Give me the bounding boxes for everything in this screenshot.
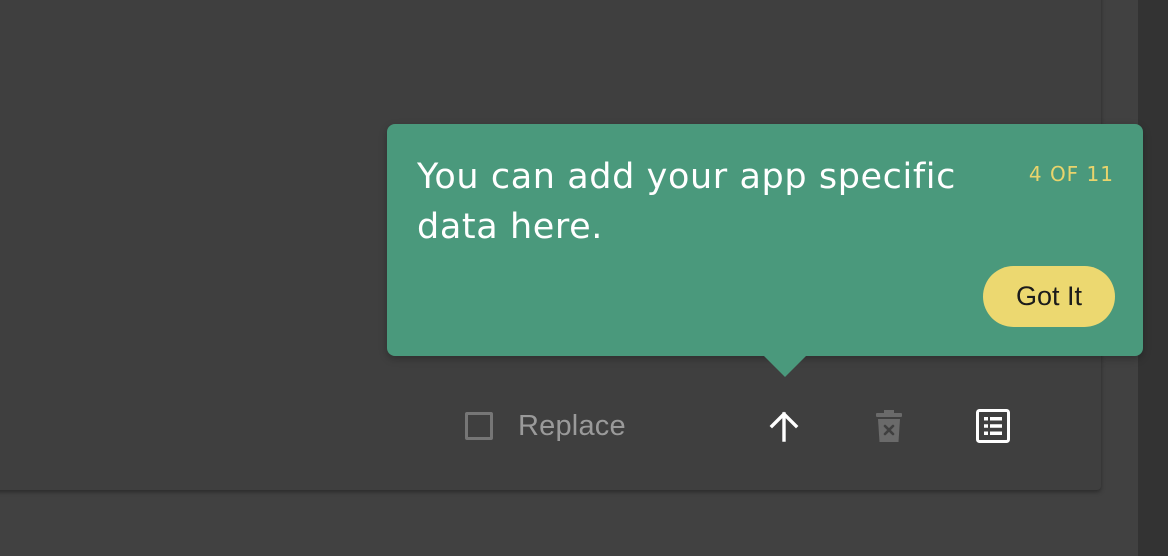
tooltip-message: You can add your app specific data here. bbox=[417, 157, 956, 247]
delete-button[interactable] bbox=[871, 408, 907, 444]
trash-icon bbox=[876, 409, 902, 443]
tooltip-arrow bbox=[763, 355, 807, 377]
replace-toggle[interactable]: Replace bbox=[462, 404, 626, 448]
replace-label: Replace bbox=[518, 409, 626, 442]
panel-toolbar: Replace bbox=[462, 404, 1022, 448]
tour-tooltip: You can add your app specific data here.… bbox=[387, 124, 1143, 377]
step-counter: 4 OF 11 bbox=[1028, 162, 1114, 186]
upload-button[interactable] bbox=[766, 408, 802, 444]
got-it-button[interactable]: Got It bbox=[983, 266, 1115, 327]
list-icon bbox=[976, 409, 1010, 443]
arrow-up-icon bbox=[767, 409, 801, 443]
list-view-button[interactable] bbox=[975, 408, 1011, 444]
replace-checkbox[interactable] bbox=[465, 412, 493, 440]
